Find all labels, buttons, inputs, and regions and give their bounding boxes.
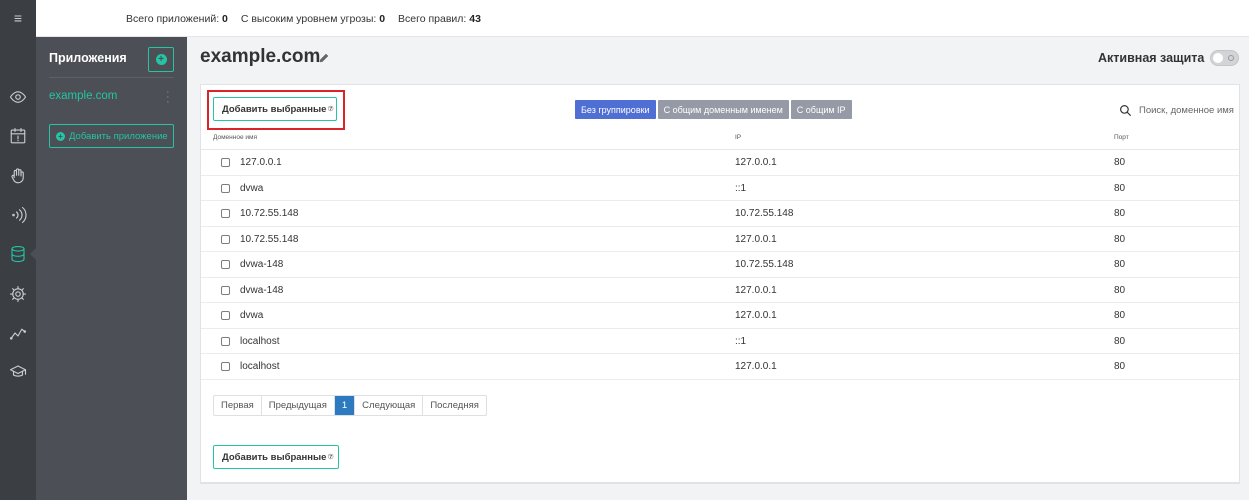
menu-icon[interactable]: ≡ <box>0 0 36 37</box>
cell-ip: ::1 <box>735 335 747 347</box>
cell-ip: ::1 <box>735 182 747 194</box>
apps-sidebar: Приложения + example.com · · · + Добавить … <box>36 37 187 500</box>
eye-icon[interactable] <box>0 84 36 110</box>
cell-port: 80 <box>1114 361 1126 372</box>
divider <box>49 77 174 78</box>
table-row[interactable]: dvwa ::1 80 <box>201 176 1239 201</box>
cell-ip: 10.72.55.148 <box>735 208 794 219</box>
page-last-button[interactable]: Последняя <box>423 396 486 415</box>
table-row[interactable]: 10.72.55.148 127.0.0.1 80 <box>201 227 1239 252</box>
cell-ip: 127.0.0.1 <box>735 157 777 168</box>
add-selected-button-bottom[interactable]: Добавить выбранные ⑦ <box>213 445 339 469</box>
stat-total-apps: Всего приложений: 0 <box>126 13 228 25</box>
page-current-button[interactable]: 1 <box>334 396 356 415</box>
add-app-icon-button[interactable]: + <box>148 47 174 72</box>
stat-total-rules: Всего правил: 43 <box>398 13 481 25</box>
table-row[interactable]: dvwa 127.0.0.1 80 <box>201 303 1239 329</box>
table-row[interactable]: localhost 127.0.0.1 80 <box>201 354 1239 380</box>
grouping-buttons: Без группировки С общим доменным именем … <box>575 100 852 119</box>
column-domain[interactable]: Доменное имя <box>213 134 257 141</box>
stats-bar: Всего приложений: 0 С высоким уровнем уг… <box>36 0 1249 37</box>
row-checkbox[interactable] <box>221 311 230 320</box>
column-ip[interactable]: IP <box>735 134 741 141</box>
cell-domain: dvwa <box>240 182 264 194</box>
apps-title: Приложения <box>49 51 127 65</box>
search-box <box>1119 102 1239 118</box>
cell-domain: dvwa <box>240 310 264 321</box>
add-selected-button-top[interactable]: Добавить выбранные ⑦ <box>213 97 337 121</box>
cell-domain: localhost <box>240 335 280 347</box>
row-checkbox[interactable] <box>221 362 230 371</box>
cell-port: 80 <box>1114 259 1126 270</box>
calendar-alert-icon[interactable] <box>0 123 36 149</box>
group-by-ip-button[interactable]: С общим IP <box>790 100 852 119</box>
domains-card: Добавить выбранные ⑦ Без группировки С об… <box>200 84 1240 484</box>
add-app-button[interactable]: + Добавить приложение <box>49 124 174 148</box>
table-row[interactable]: localhost ::1 80 <box>201 329 1239 354</box>
page-title: example.com <box>200 46 321 67</box>
cell-ip: 127.0.0.1 <box>735 310 777 321</box>
cell-port: 80 <box>1114 182 1126 194</box>
kebab-icon[interactable]: · · · <box>166 87 170 108</box>
group-none-button[interactable]: Без группировки <box>575 100 656 119</box>
search-input[interactable] <box>1139 104 1239 116</box>
row-checkbox[interactable] <box>221 209 230 218</box>
cell-ip: 10.72.55.148 <box>735 259 794 270</box>
pencil-icon[interactable] <box>318 52 330 64</box>
cell-port: 80 <box>1114 310 1126 321</box>
cell-domain: dvwa-148 <box>240 259 284 270</box>
cell-domain: 10.72.55.148 <box>240 208 299 219</box>
table-row[interactable]: dvwa-148 10.72.55.148 80 <box>201 252 1239 278</box>
row-checkbox[interactable] <box>221 234 230 244</box>
app-item-example[interactable]: example.com <box>49 90 117 102</box>
activity-icon[interactable] <box>0 320 36 346</box>
help-icon: ⑦ <box>327 106 334 113</box>
page-first-button[interactable]: Первая <box>214 396 262 415</box>
gear-icon[interactable] <box>0 281 36 307</box>
cell-ip: 127.0.0.1 <box>735 284 777 296</box>
cell-ip: 127.0.0.1 <box>735 361 777 372</box>
table-header: Доменное имя IP Порт <box>201 128 1239 150</box>
row-checkbox[interactable] <box>221 285 230 295</box>
cell-port: 80 <box>1114 335 1126 347</box>
row-checkbox[interactable] <box>221 260 230 269</box>
active-protection-toggle[interactable] <box>1210 50 1239 66</box>
broadcast-icon[interactable] <box>0 202 36 228</box>
search-icon <box>1120 104 1131 116</box>
cell-domain: localhost <box>240 361 280 372</box>
stat-high-threat: С высоким уровнем угрозы: 0 <box>240 13 386 25</box>
row-checkbox[interactable] <box>221 158 230 167</box>
cell-domain: dvwa-148 <box>240 284 284 296</box>
cell-domain: 127.0.0.1 <box>240 157 282 168</box>
cell-port: 80 <box>1114 157 1126 168</box>
page-next-button[interactable]: Следующая <box>355 396 424 415</box>
help-icon: ⑦ <box>327 454 334 461</box>
plus-circle-icon: + <box>155 54 167 65</box>
table-row[interactable]: 127.0.0.1 127.0.0.1 80 <box>201 150 1239 176</box>
group-by-domain-button[interactable]: С общим доменным именем <box>657 100 789 119</box>
table-row[interactable]: 10.72.55.148 10.72.55.148 80 <box>201 201 1239 227</box>
icon-rail: ≡ <box>0 0 36 500</box>
cell-ip: 127.0.0.1 <box>735 233 777 245</box>
cell-port: 80 <box>1114 208 1126 219</box>
column-port[interactable]: Порт <box>1114 134 1129 141</box>
row-checkbox[interactable] <box>221 336 230 346</box>
pagination: Первая Предыдущая 1 Следующая Последняя <box>213 395 487 416</box>
hand-icon[interactable] <box>0 163 36 189</box>
row-checkbox[interactable] <box>221 183 230 193</box>
cell-port: 80 <box>1114 233 1126 245</box>
cell-domain: 10.72.55.148 <box>240 233 299 245</box>
page-prev-button[interactable]: Предыдущая <box>262 396 335 415</box>
graduation-cap-icon[interactable] <box>0 359 36 385</box>
table-row[interactable]: dvwa-148 127.0.0.1 80 <box>201 278 1239 303</box>
plus-circle-icon: + <box>56 131 65 141</box>
cell-port: 80 <box>1114 284 1126 296</box>
active-protection-label: Активная защита <box>1098 51 1205 65</box>
